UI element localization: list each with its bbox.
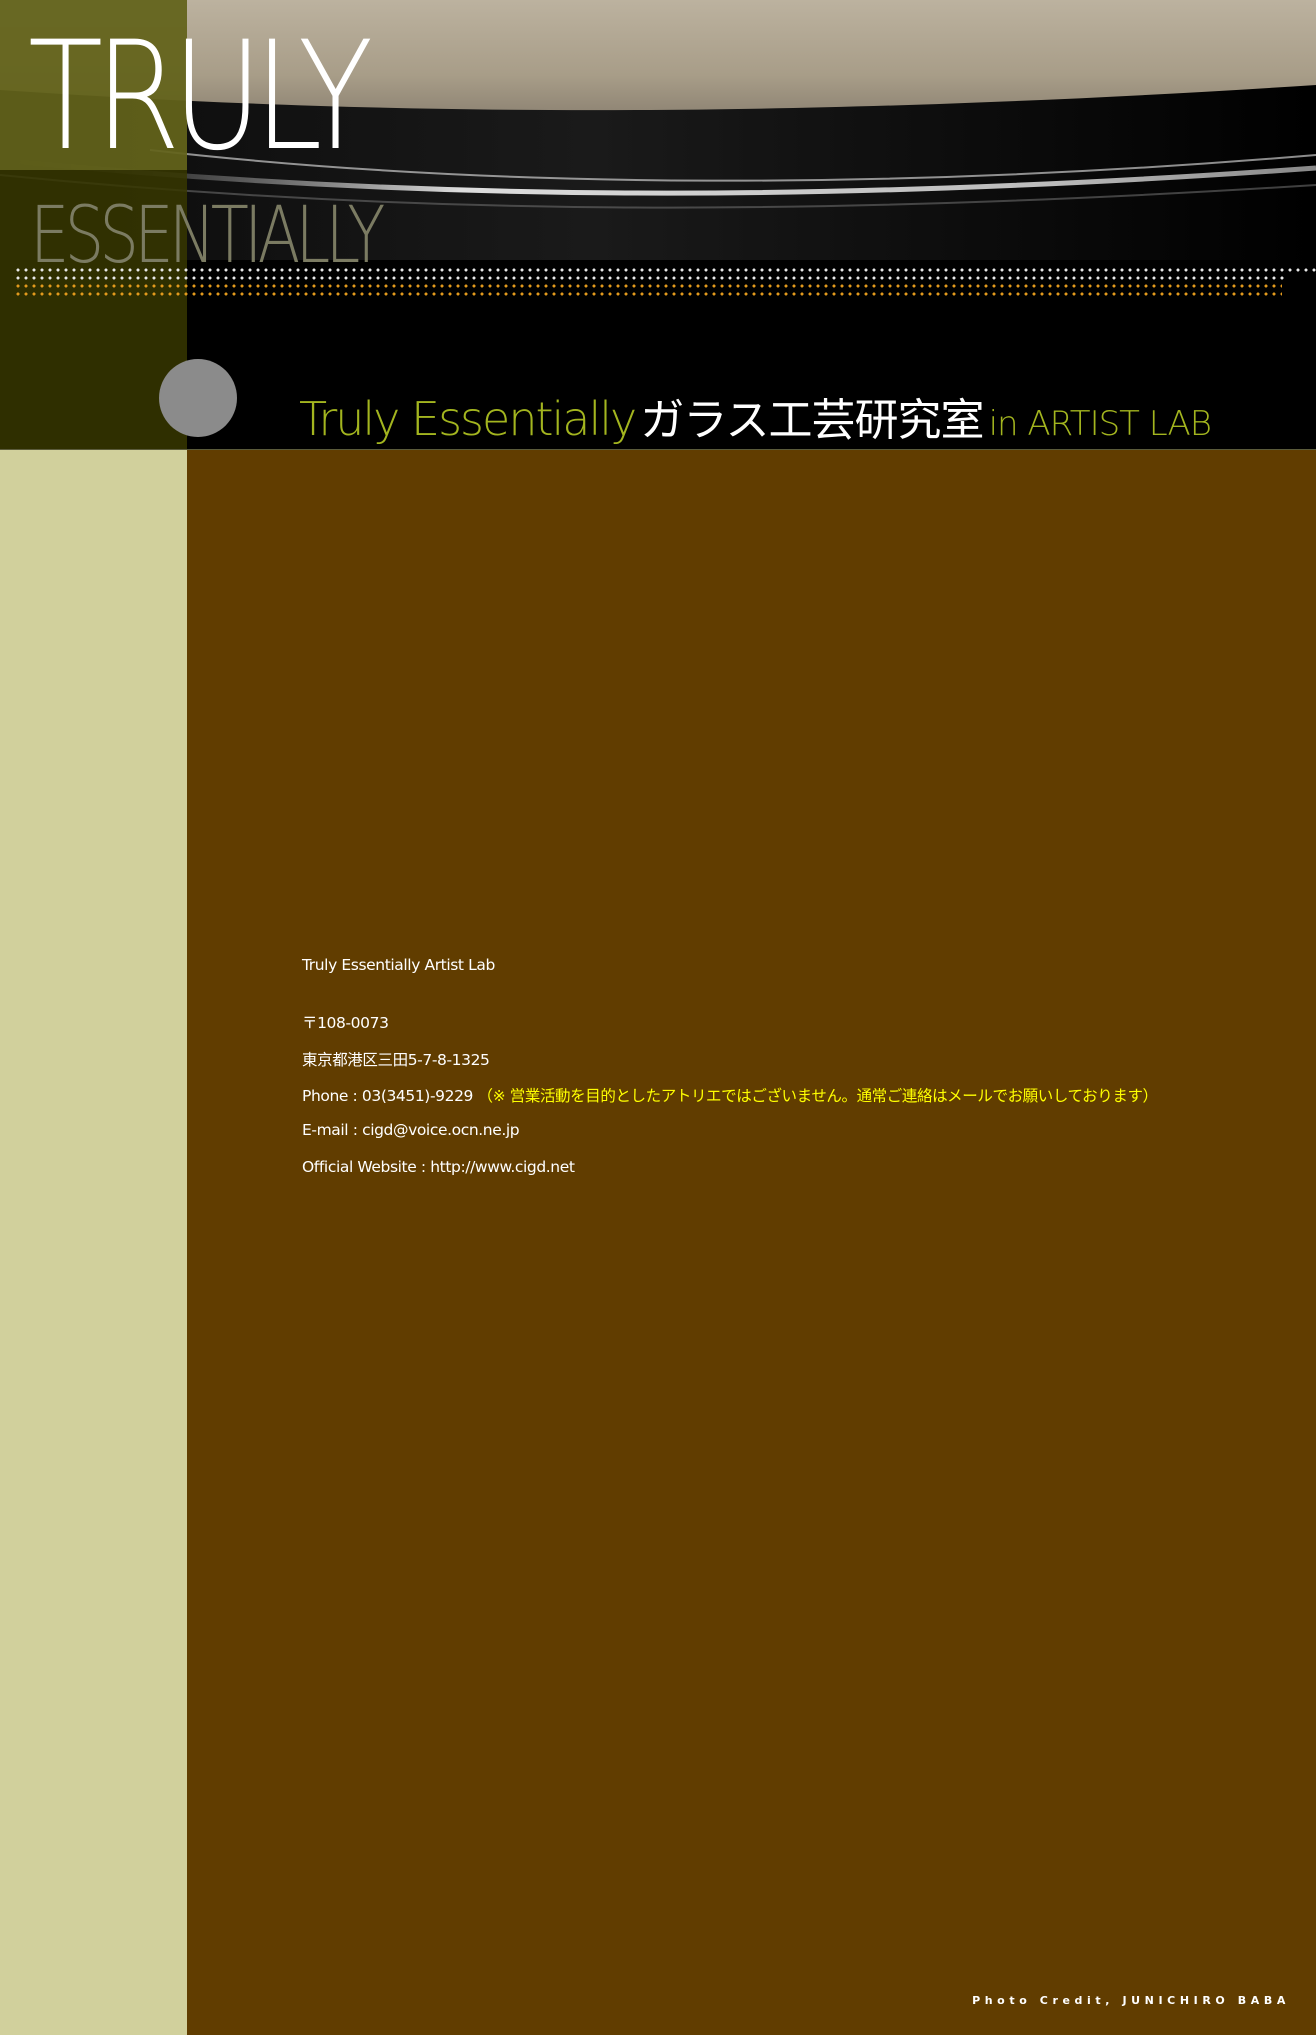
- dotted-divider-orange: [16, 284, 1282, 288]
- page: TRULY ESSENTIALLY Truly Essentially ガラス工…: [0, 0, 1316, 2035]
- logo-truly: TRULY: [28, 10, 373, 184]
- header-banner: TRULY ESSENTIALLY Truly Essentially ガラス工…: [0, 0, 1316, 450]
- contact-name: Truly Essentially Artist Lab: [302, 956, 495, 974]
- circle-ornament: [159, 359, 237, 437]
- tagline-artist-lab: in ARTIST LAB: [988, 404, 1212, 444]
- contact-address: 東京都港区三田5-7-8-1325: [302, 1051, 490, 1069]
- tagline: Truly Essentially ガラス工芸研究室 in ARTIST LAB: [299, 384, 1212, 448]
- left-column: [0, 450, 187, 2035]
- contact-phone: Phone : 03(3451)-9229: [302, 1087, 473, 1105]
- header-bottom-rule: [0, 449, 1316, 450]
- tagline-japanese: ガラス工芸研究室: [640, 395, 984, 446]
- contact-email[interactable]: E-mail : cigd@voice.ocn.ne.jp: [302, 1121, 520, 1139]
- contact-phone-line: Phone : 03(3451)-9229 （※ 営業活動を目的としたアトリエで…: [302, 1084, 1158, 1106]
- contact-phone-note: （※ 営業活動を目的としたアトリエではございません。通常ご連絡はメールでお願いし…: [477, 1087, 1159, 1105]
- tagline-english: Truly Essentially: [299, 392, 637, 446]
- contact-postal-code: 〒108-0073: [302, 1014, 389, 1032]
- logo-essentially: ESSENTIALLY: [30, 191, 385, 281]
- photo-credit: Photo Credit, JUNICHIRO BABA: [972, 1994, 1290, 2007]
- dotted-divider-white: [16, 268, 1316, 272]
- dotted-divider-white-2: [16, 276, 1286, 280]
- contact-website[interactable]: Official Website : http://www.cigd.net: [302, 1158, 575, 1176]
- dotted-divider-orange-2: [16, 292, 1282, 296]
